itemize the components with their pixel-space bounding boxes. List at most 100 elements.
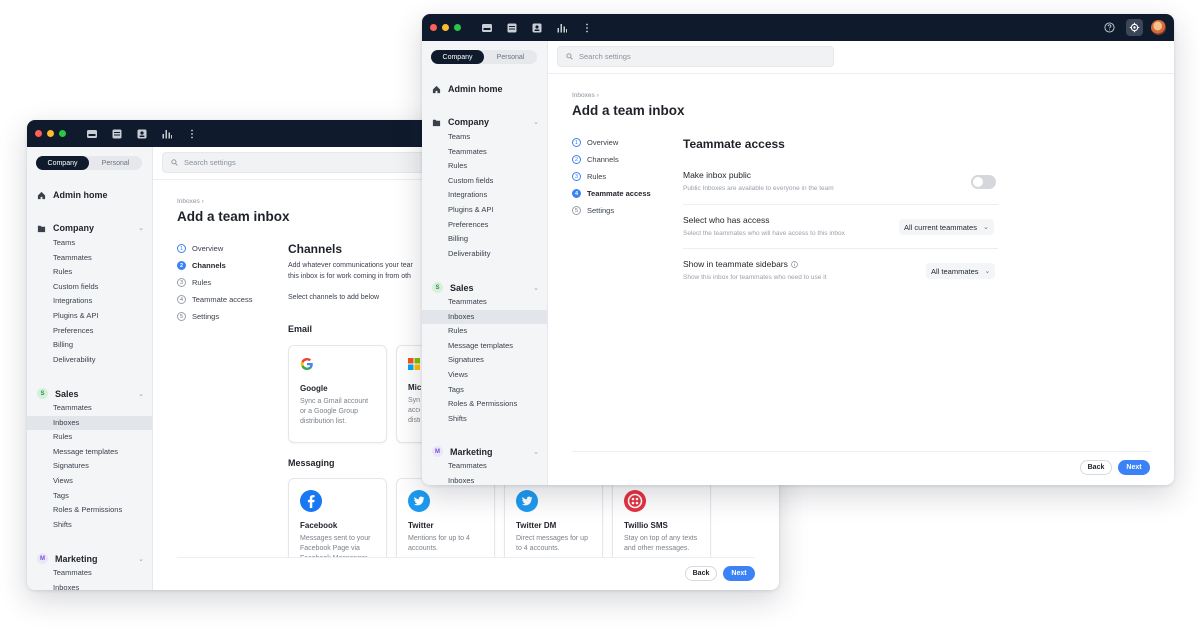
search-input[interactable]: Search settings	[557, 46, 834, 67]
sales-item-rules[interactable]: Rules	[27, 430, 152, 445]
sales-item-tags[interactable]: Tags	[27, 489, 152, 504]
company-item-deliverability[interactable]: Deliverability	[27, 353, 152, 368]
titlebar-right	[1101, 19, 1166, 36]
sales-item-inboxes[interactable]: Inboxes	[27, 415, 152, 431]
step-channels[interactable]: 2 Channels	[177, 261, 226, 270]
back-button[interactable]: Back	[685, 566, 717, 581]
marketing-item-inboxes[interactable]: Inboxes	[422, 474, 547, 485]
step-channels[interactable]: 2 Channels	[572, 155, 619, 164]
sales-item-rules[interactable]: Rules	[422, 324, 547, 339]
sales-item-shifts[interactable]: Shifts	[27, 518, 152, 533]
step-settings[interactable]: 5 Settings	[177, 312, 219, 321]
close-dot[interactable]	[430, 24, 437, 31]
sales-section[interactable]: S Sales ⌄	[37, 388, 144, 399]
admin-home-link[interactable]: Admin home	[37, 190, 108, 200]
card-title: Facebook	[300, 521, 338, 530]
analytics-icon[interactable]	[556, 22, 568, 34]
company-item-teams[interactable]: Teams	[422, 130, 547, 145]
inbox-icon[interactable]	[481, 22, 493, 34]
minimize-dot[interactable]	[47, 130, 54, 137]
avatar[interactable]	[1151, 20, 1166, 35]
company-item-plugins[interactable]: Plugins & API	[27, 309, 152, 324]
marketing-section[interactable]: M Marketing ⌄	[432, 446, 539, 457]
more-icon[interactable]	[581, 22, 593, 34]
sales-item-inboxes[interactable]: Inboxes	[422, 309, 547, 325]
company-item-billing[interactable]: Billing	[422, 232, 547, 247]
sales-item-views[interactable]: Views	[422, 368, 547, 383]
google-card[interactable]: Google Sync a Gmail account or a Google …	[288, 345, 387, 443]
sales-item-views[interactable]: Views	[27, 474, 152, 489]
calendar-icon[interactable]	[506, 22, 518, 34]
scope-toggle[interactable]: Company Personal	[431, 50, 537, 64]
company-item-custom-fields[interactable]: Custom fields	[27, 280, 152, 295]
help-icon[interactable]	[1101, 19, 1118, 36]
sales-item-message-templates[interactable]: Message templates	[422, 339, 547, 354]
sales-item-signatures[interactable]: Signatures	[27, 459, 152, 474]
marketing-item-teammates[interactable]: Teammates	[27, 566, 152, 581]
company-item-rules[interactable]: Rules	[27, 265, 152, 280]
sales-item-message-templates[interactable]: Message templates	[27, 445, 152, 460]
personal-tab[interactable]: Personal	[89, 156, 142, 170]
company-item-teammates[interactable]: Teammates	[27, 251, 152, 266]
company-item-integrations[interactable]: Integrations	[422, 188, 547, 203]
admin-home-link[interactable]: Admin home	[432, 84, 503, 94]
zoom-dot[interactable]	[454, 24, 461, 31]
breadcrumb[interactable]: Inboxes ›	[572, 92, 599, 99]
next-button[interactable]: Next	[723, 566, 755, 581]
company-item-deliverability[interactable]: Deliverability	[422, 247, 547, 262]
sales-badge: S	[37, 388, 48, 399]
breadcrumb[interactable]: Inboxes ›	[177, 198, 204, 205]
sales-item-teammates[interactable]: Teammates	[27, 401, 152, 416]
next-button[interactable]: Next	[1118, 460, 1150, 475]
marketing-item-teammates[interactable]: Teammates	[422, 459, 547, 474]
sales-item-teammates[interactable]: Teammates	[422, 295, 547, 310]
company-item-custom-fields[interactable]: Custom fields	[422, 174, 547, 189]
step-settings[interactable]: 5 Settings	[572, 206, 614, 215]
sales-item-roles[interactable]: Roles & Permissions	[422, 397, 547, 412]
zoom-dot[interactable]	[59, 130, 66, 137]
step-teammate-access[interactable]: 4 Teammate access	[572, 189, 651, 198]
company-item-preferences[interactable]: Preferences	[27, 324, 152, 339]
sales-item-roles[interactable]: Roles & Permissions	[27, 503, 152, 518]
company-item-billing[interactable]: Billing	[27, 338, 152, 353]
personal-tab[interactable]: Personal	[484, 50, 537, 64]
settings-gear-icon[interactable]	[1126, 19, 1143, 36]
step-rules[interactable]: 3 Rules	[177, 278, 211, 287]
company-item-plugins[interactable]: Plugins & API	[422, 203, 547, 218]
company-tab[interactable]: Company	[36, 156, 89, 170]
company-section[interactable]: Company ⌄	[432, 117, 539, 127]
more-icon[interactable]	[186, 128, 198, 140]
company-item-rules[interactable]: Rules	[422, 159, 547, 174]
search-input[interactable]: Search settings	[162, 152, 452, 173]
step-overview[interactable]: 1 Overview	[572, 138, 618, 147]
analytics-icon[interactable]	[161, 128, 173, 140]
sales-item-tags[interactable]: Tags	[422, 383, 547, 398]
make-public-toggle[interactable]	[971, 175, 996, 189]
company-tab[interactable]: Company	[431, 50, 484, 64]
step-rules[interactable]: 3 Rules	[572, 172, 606, 181]
step-overview[interactable]: 1 Overview	[177, 244, 223, 253]
card-title: Twitter	[408, 521, 434, 530]
info-icon[interactable]	[791, 260, 798, 268]
marketing-section[interactable]: M Marketing ⌄	[37, 553, 144, 564]
company-item-integrations[interactable]: Integrations	[27, 294, 152, 309]
close-dot[interactable]	[35, 130, 42, 137]
sidebars-select[interactable]: All teammates ⌄	[926, 263, 996, 279]
minimize-dot[interactable]	[442, 24, 449, 31]
access-select[interactable]: All current teammates ⌄	[899, 219, 994, 235]
step-teammate-access[interactable]: 4 Teammate access	[177, 295, 252, 304]
company-item-teams[interactable]: Teams	[27, 236, 152, 251]
inbox-icon[interactable]	[86, 128, 98, 140]
contacts-icon[interactable]	[531, 22, 543, 34]
back-button[interactable]: Back	[1080, 460, 1112, 475]
company-item-teammates[interactable]: Teammates	[422, 145, 547, 160]
company-section[interactable]: Company ⌄	[37, 223, 144, 233]
sales-item-signatures[interactable]: Signatures	[422, 353, 547, 368]
scope-toggle[interactable]: Company Personal	[36, 156, 142, 170]
calendar-icon[interactable]	[111, 128, 123, 140]
contacts-icon[interactable]	[136, 128, 148, 140]
sales-item-shifts[interactable]: Shifts	[422, 412, 547, 427]
sales-section[interactable]: S Sales ⌄	[432, 282, 539, 293]
company-item-preferences[interactable]: Preferences	[422, 218, 547, 233]
marketing-item-inboxes[interactable]: Inboxes	[27, 581, 152, 590]
